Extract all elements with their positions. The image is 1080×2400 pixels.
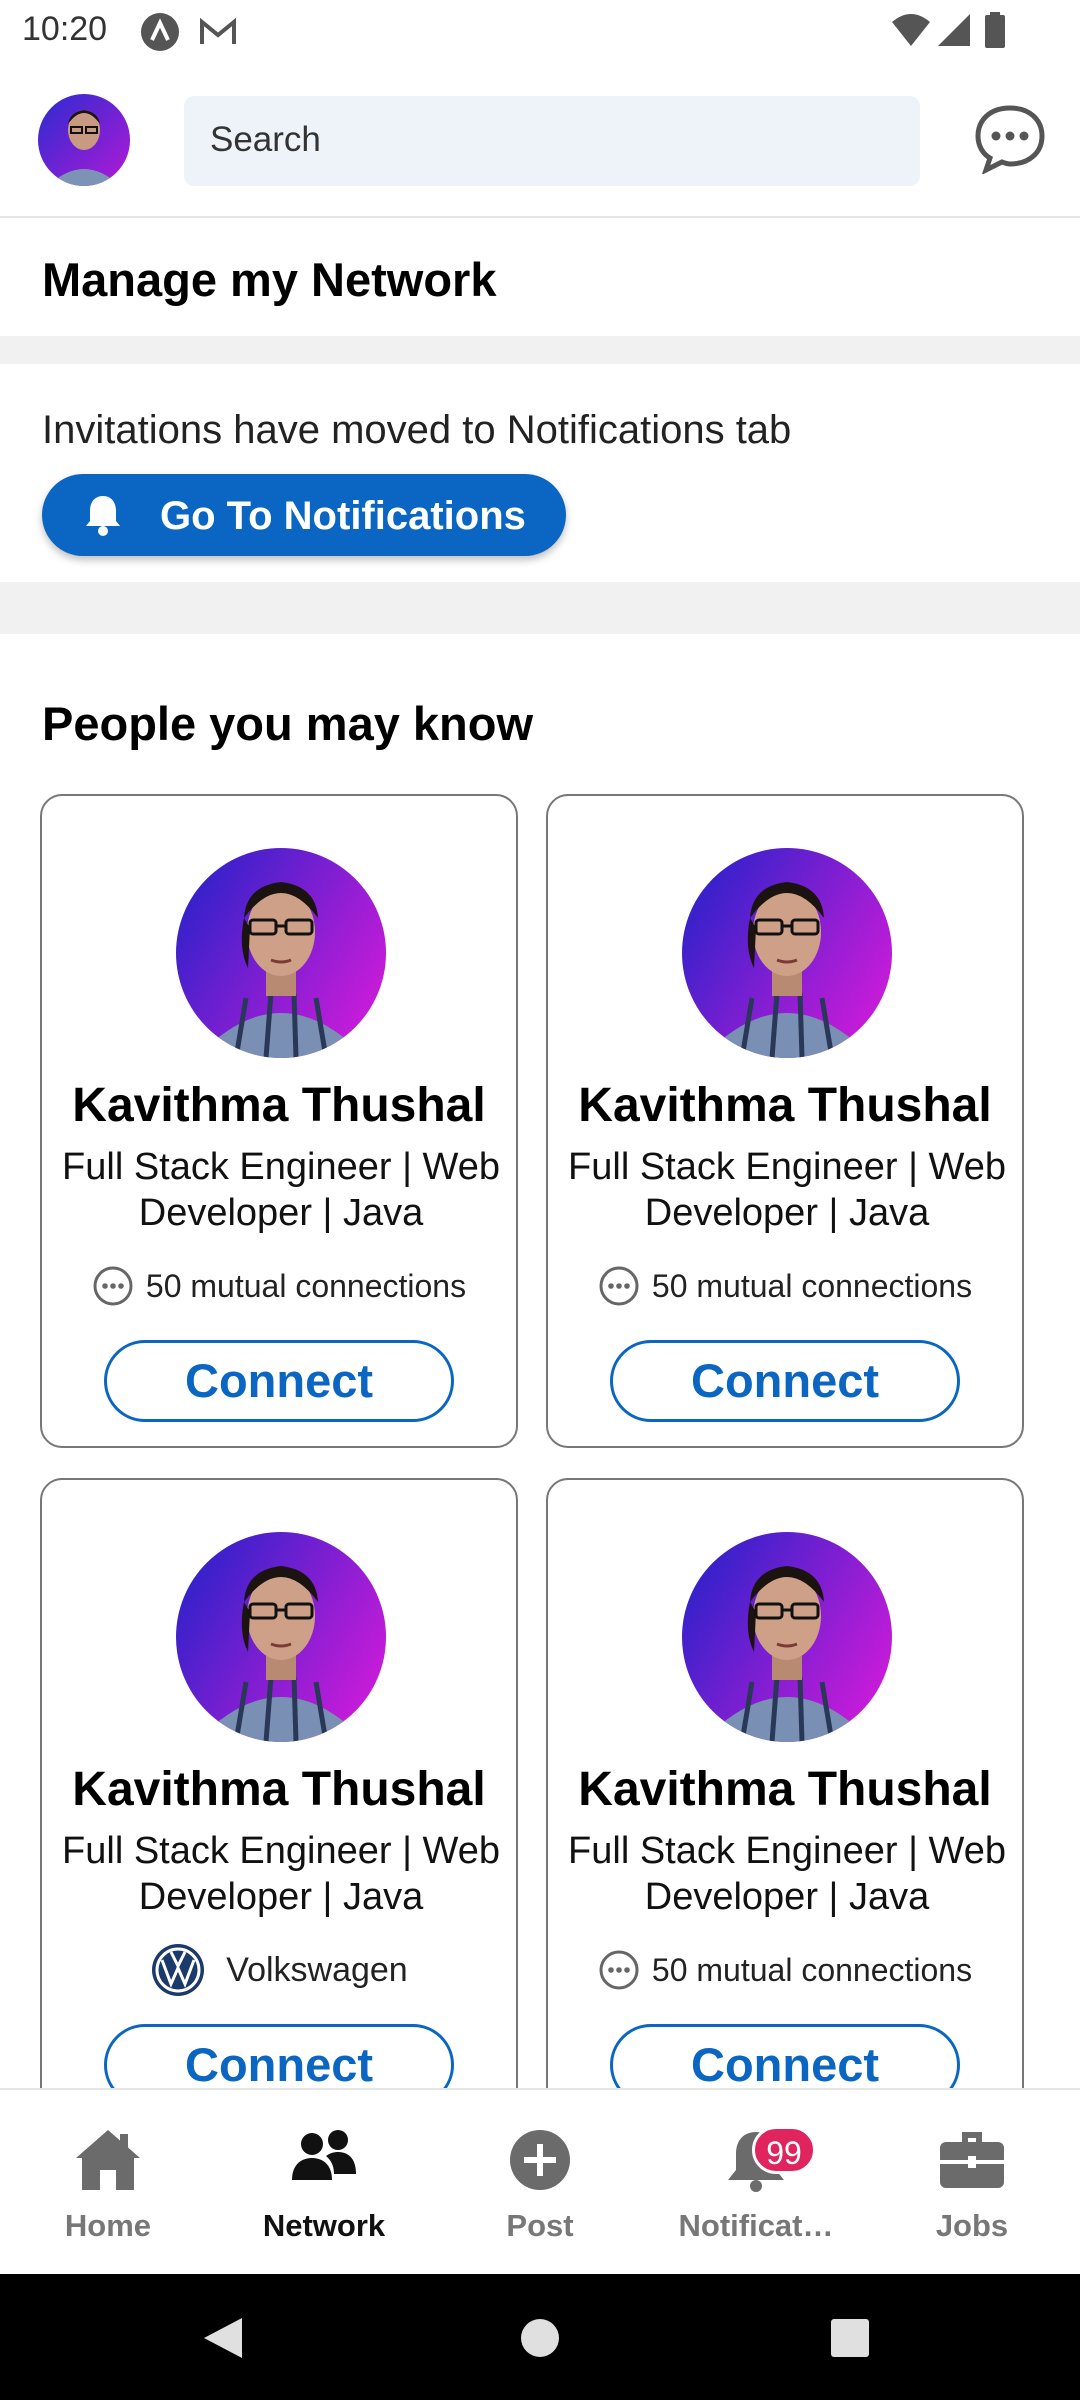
nav-notifications[interactable]: 99 Notificat…: [648, 2090, 864, 2276]
messaging-icon[interactable]: [974, 104, 1046, 174]
mutual-connections-text: 50 mutual connections: [651, 1267, 973, 1304]
person-name[interactable]: Kavithma Thushal: [548, 1762, 1022, 1817]
nav-network[interactable]: Network: [216, 2090, 432, 2276]
search-placeholder: Search: [210, 120, 321, 159]
person-avatar[interactable]: [176, 1532, 386, 1742]
person-name[interactable]: Kavithma Thushal: [42, 1078, 516, 1133]
back-icon[interactable]: [202, 2316, 244, 2360]
people-you-may-know-title: People you may know: [42, 697, 534, 750]
home-icon: [76, 2130, 140, 2190]
go-to-notifications-button[interactable]: Go To Notifications: [42, 474, 566, 556]
mutual-connections-icon: [93, 1266, 133, 1306]
volkswagen-logo-icon: [152, 1944, 205, 1996]
mutual-connections-icon: [599, 1266, 639, 1306]
manage-network-section[interactable]: Manage my Network: [0, 220, 1080, 336]
connect-button[interactable]: Connect: [610, 1340, 960, 1422]
nav-notifications-label: Notificat…: [678, 2208, 834, 2243]
status-bar: 10:20: [0, 0, 1080, 62]
nav-network-label: Network: [262, 2208, 386, 2243]
person-meta: Volkswagen: [42, 1944, 516, 1996]
recents-icon[interactable]: [830, 2318, 870, 2358]
mutual-connections-text: 50 mutual connections: [651, 1951, 973, 1988]
home-button-icon[interactable]: [520, 2318, 560, 2358]
person-avatar[interactable]: [682, 1532, 892, 1742]
bell-icon: [86, 496, 120, 536]
signal-icon: [938, 14, 970, 46]
person-card[interactable]: Kavithma Thushal Full Stack Engineer | W…: [40, 1478, 518, 2128]
company-text: Volkswagen: [226, 1950, 408, 1989]
notification-badge: 99: [752, 2126, 816, 2174]
person-meta: 50 mutual connections: [548, 1264, 1022, 1308]
gmail-icon: [200, 17, 236, 44]
person-headline: Full Stack Engineer | Web Developer | Ja…: [62, 1146, 500, 1234]
person-card[interactable]: Kavithma Thushal Full Stack Engineer | W…: [546, 794, 1024, 1448]
manage-network-title: Manage my Network: [42, 253, 497, 306]
profile-avatar[interactable]: [38, 94, 130, 186]
person-card[interactable]: Kavithma Thushal Full Stack Engineer | W…: [40, 794, 518, 1448]
person-name[interactable]: Kavithma Thushal: [548, 1078, 1022, 1133]
jobs-icon: [940, 2132, 1004, 2188]
wifi-icon: [892, 14, 930, 46]
status-time: 10:20: [22, 10, 108, 48]
nav-jobs-label: Jobs: [935, 2208, 1009, 2243]
person-meta: 50 mutual connections: [42, 1264, 516, 1308]
nav-post[interactable]: Post: [432, 2090, 648, 2276]
mutual-connections-text: 50 mutual connections: [145, 1267, 467, 1304]
person-avatar[interactable]: [682, 848, 892, 1058]
bottom-navigation: Home Network Post 99 Notificat… Jobs: [0, 2088, 1080, 2274]
search-bar[interactable]: Search: [184, 96, 920, 186]
person-card[interactable]: Kavithma Thushal Full Stack Engineer | W…: [546, 1478, 1024, 2128]
person-name[interactable]: Kavithma Thushal: [42, 1762, 516, 1817]
connect-button[interactable]: Connect: [104, 1340, 454, 1422]
person-avatar[interactable]: [176, 848, 386, 1058]
person-headline: Full Stack Engineer | Web Developer | Ja…: [568, 1830, 1006, 1918]
network-icon: [292, 2130, 356, 2180]
mutual-connections-icon: [599, 1950, 639, 1990]
section-divider: [0, 336, 1080, 364]
person-meta: 50 mutual connections: [548, 1948, 1022, 1992]
nav-jobs[interactable]: Jobs: [864, 2090, 1080, 2276]
invitations-message: Invitations have moved to Notifications …: [42, 408, 792, 452]
app-notification-icon: [141, 13, 179, 51]
post-icon: [510, 2130, 570, 2190]
go-to-notifications-label: Go To Notifications: [160, 494, 526, 538]
battery-icon: [985, 12, 1005, 48]
top-bar: Search: [0, 62, 1080, 218]
person-headline: Full Stack Engineer | Web Developer | Ja…: [62, 1830, 500, 1918]
system-navigation-bar: [0, 2274, 1080, 2400]
person-headline: Full Stack Engineer | Web Developer | Ja…: [568, 1146, 1006, 1234]
section-divider: [0, 582, 1080, 634]
nav-post-label: Post: [506, 2208, 574, 2243]
invitations-section: Invitations have moved to Notifications …: [0, 364, 1080, 582]
nav-home[interactable]: Home: [0, 2090, 216, 2276]
nav-home-label: Home: [64, 2208, 152, 2243]
